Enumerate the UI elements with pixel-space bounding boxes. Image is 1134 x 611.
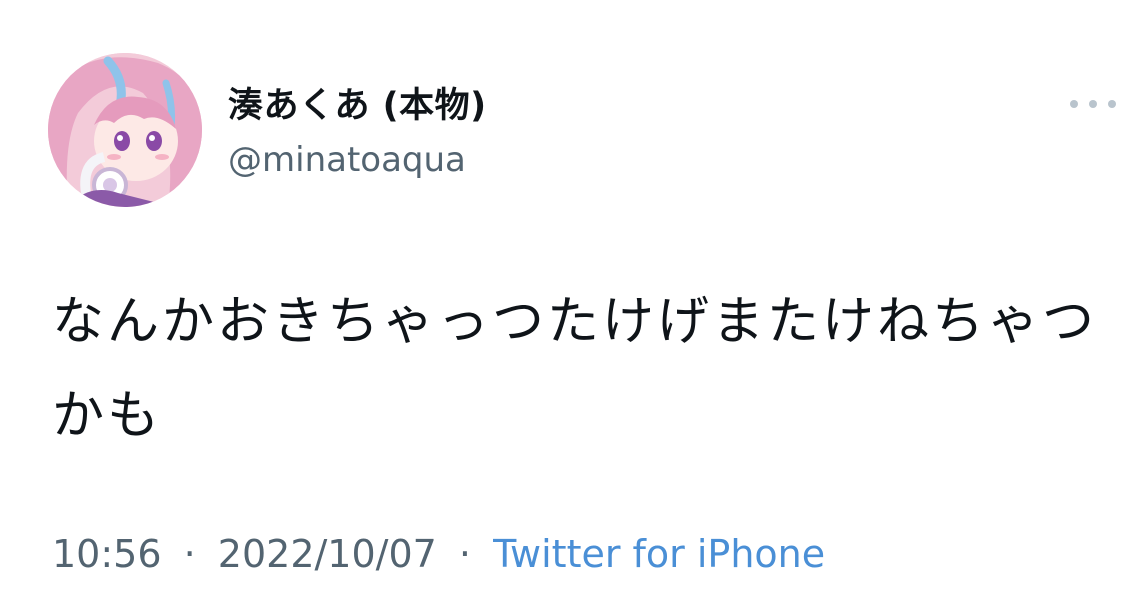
- more-dot: [1070, 100, 1078, 108]
- author-display-name[interactable]: 湊あくあ (本物): [228, 84, 487, 128]
- avatar-illustration: [48, 53, 202, 207]
- profile-avatar[interactable]: [48, 53, 202, 207]
- tweet-date[interactable]: 2022/10/07: [218, 532, 437, 576]
- tweet-card: 湊あくあ (本物) @minatoaqua なんかおきちゃっつたけげまたけねちゃ…: [0, 0, 1134, 611]
- author-handle[interactable]: @minatoaqua: [228, 138, 466, 182]
- more-dot: [1089, 100, 1097, 108]
- meta-separator: ·: [183, 532, 196, 576]
- meta-separator: ·: [458, 532, 472, 576]
- more-dot: [1108, 100, 1116, 108]
- tweet-meta: 10:56 · 2022/10/07 · Twitter for iPhone: [52, 530, 825, 578]
- tweet-source-link[interactable]: Twitter for iPhone: [493, 532, 825, 576]
- tweet-time[interactable]: 10:56: [52, 532, 162, 576]
- more-horizontal-icon[interactable]: [1070, 95, 1116, 113]
- tweet-text: なんかおきちゃっつたけげまたけねちゃつかも: [52, 292, 1098, 446]
